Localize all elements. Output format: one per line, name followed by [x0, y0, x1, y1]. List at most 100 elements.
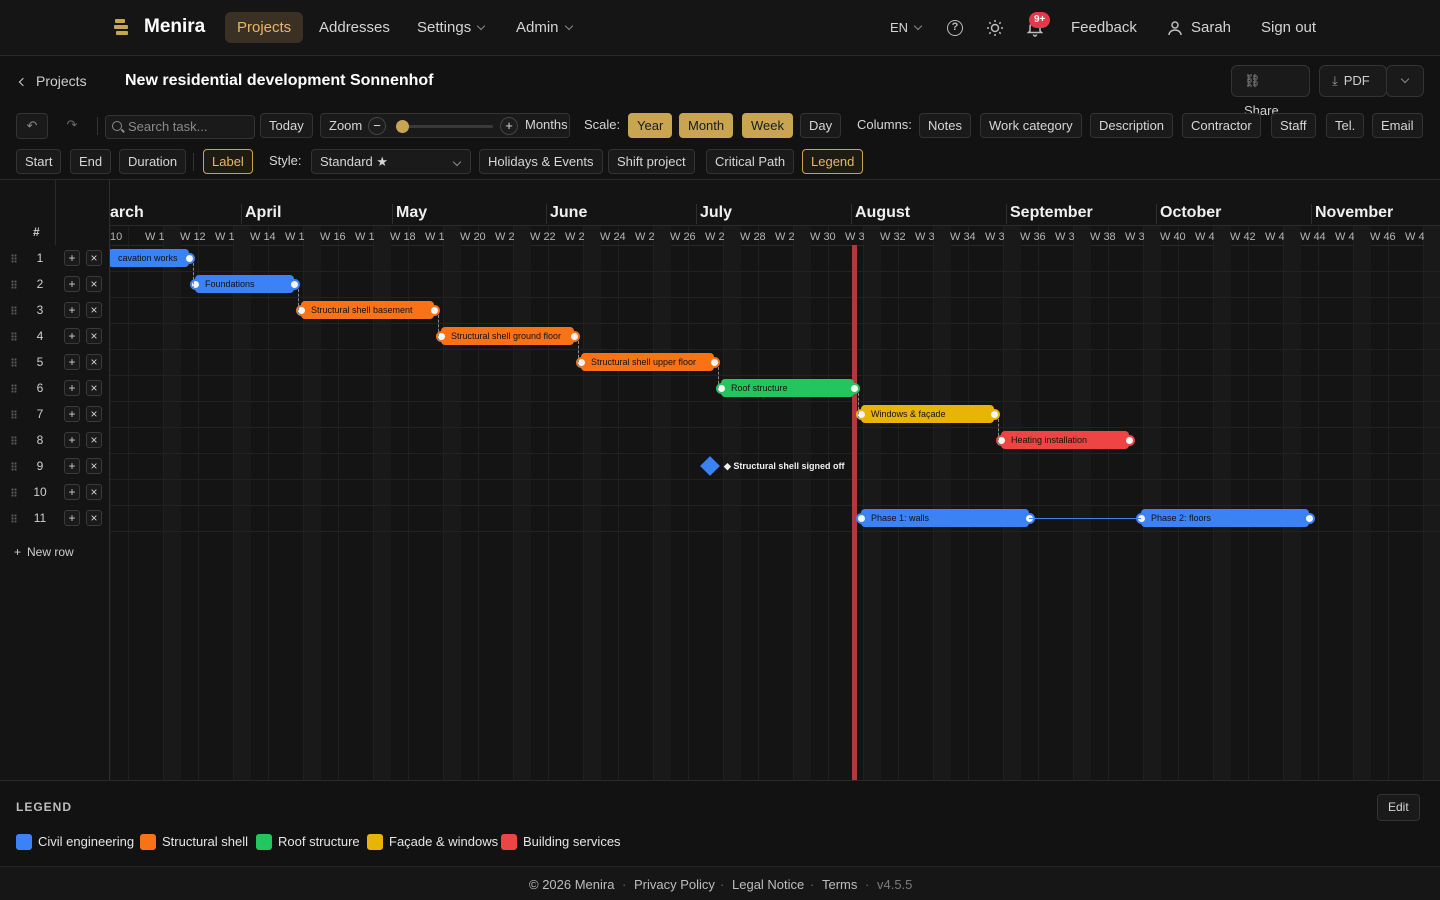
delete-row-button[interactable]: × — [86, 276, 102, 292]
nav-addresses[interactable]: Addresses — [307, 12, 402, 43]
timeline-area[interactable]: 10 W 11 W 12 W 13 W 14 W 15 W 16 W 17 W 18 W 19 W … — [110, 180, 1440, 780]
column-staff[interactable]: Staff — [1271, 113, 1316, 138]
drag-handle-icon[interactable] — [11, 384, 17, 393]
nav-projects[interactable]: Projects — [225, 12, 304, 43]
drag-handle-icon[interactable] — [11, 514, 17, 523]
add-row-below-button[interactable]: + — [64, 406, 80, 422]
toggle-holidays[interactable]: Holidays & Events — [479, 149, 603, 174]
scale-day[interactable]: Day — [800, 113, 842, 138]
delete-row-button[interactable]: × — [86, 510, 102, 526]
task-bar[interactable]: Foundations — [195, 275, 294, 293]
column-email[interactable]: Email — [1372, 113, 1423, 138]
theme-toggle-icon[interactable] — [986, 19, 1004, 37]
toggle-label[interactable]: Label — [203, 149, 253, 174]
column-tel[interactable]: Tel. — [1326, 113, 1365, 138]
task-start-handle[interactable] — [190, 279, 201, 290]
zoom-out-button[interactable]: − — [368, 117, 386, 135]
drag-handle-icon[interactable] — [11, 436, 17, 445]
drag-handle-icon[interactable] — [11, 306, 17, 315]
task-start-handle[interactable] — [856, 513, 867, 524]
task-end-handle[interactable] — [1304, 513, 1315, 524]
nav-admin[interactable]: Admin — [504, 12, 584, 43]
shift-project-button[interactable]: Shift project — [608, 149, 695, 174]
delete-row-button[interactable]: × — [86, 484, 102, 500]
drag-handle-icon[interactable] — [11, 254, 17, 263]
task-bar[interactable]: Structural shell upper floor — [581, 353, 714, 371]
toggle-duration[interactable]: Duration — [119, 149, 187, 174]
nav-settings[interactable]: Settings — [405, 12, 496, 43]
scale-month[interactable]: Month — [679, 113, 734, 138]
toggle-start[interactable]: Start — [16, 149, 62, 174]
add-row-below-button[interactable]: + — [64, 328, 80, 344]
drag-handle-icon[interactable] — [11, 410, 17, 419]
signout-link[interactable]: Sign out — [1249, 12, 1328, 43]
zoom-in-button[interactable]: + — [500, 117, 518, 135]
column-notes[interactable]: Notes — [919, 113, 971, 138]
column-work-category[interactable]: Work category — [980, 113, 1082, 138]
drag-handle-icon[interactable] — [11, 332, 17, 341]
toggle-legend[interactable]: Legend — [802, 149, 864, 174]
share-button[interactable]: ⛓Share — [1231, 65, 1310, 118]
drag-handle-icon[interactable] — [11, 488, 17, 497]
delete-row-button[interactable]: × — [86, 250, 102, 266]
task-search-input[interactable]: Search task... — [105, 115, 255, 139]
undo-button[interactable]: ↶ — [16, 113, 48, 139]
task-bar[interactable]: Roof structure — [721, 379, 854, 397]
export-menu-button[interactable] — [1386, 65, 1424, 97]
column-contractor[interactable]: Contractor — [1182, 113, 1261, 138]
task-bar[interactable]: Heating installation — [1001, 431, 1129, 449]
zoom-slider[interactable] — [396, 120, 493, 133]
today-button[interactable]: Today — [260, 113, 313, 138]
footer-terms-link[interactable]: Terms — [822, 877, 857, 892]
footer-legal-link[interactable]: Legal Notice — [732, 877, 804, 892]
toggle-end[interactable]: End — [70, 149, 112, 174]
task-bar[interactable]: cavation works — [110, 249, 189, 267]
delete-row-button[interactable]: × — [86, 328, 102, 344]
add-row-below-button[interactable]: + — [64, 380, 80, 396]
brand-name[interactable]: Menira — [144, 16, 205, 38]
delete-row-button[interactable]: × — [86, 380, 102, 396]
style-select[interactable]: Standard ★ — [311, 149, 471, 174]
drag-handle-icon[interactable] — [11, 280, 17, 289]
add-row-below-button[interactable]: + — [64, 432, 80, 448]
new-row-button[interactable]: + New row — [14, 545, 74, 559]
scale-year[interactable]: Year — [628, 113, 673, 138]
add-row-below-button[interactable]: + — [64, 510, 80, 526]
week-label: W 24 — [600, 231, 626, 243]
delete-row-button[interactable]: × — [86, 458, 102, 474]
task-bar[interactable]: Structural shell basement — [301, 301, 434, 319]
scale-week[interactable]: Week — [742, 113, 793, 138]
delete-row-button[interactable]: × — [86, 432, 102, 448]
legend-edit-button[interactable]: Edit — [1377, 794, 1420, 821]
drag-handle-icon[interactable] — [11, 358, 17, 367]
drag-handle-icon[interactable] — [11, 462, 17, 471]
add-row-below-button[interactable]: + — [64, 276, 80, 292]
task-bar[interactable]: Phase 2: floors — [1141, 509, 1309, 527]
zoom-slider-handle[interactable] — [396, 120, 409, 133]
pdf-button[interactable]: ⤓ PDF — [1319, 65, 1387, 97]
add-row-below-button[interactable]: + — [64, 354, 80, 370]
delete-row-button[interactable]: × — [86, 354, 102, 370]
back-to-projects[interactable]: Projects — [18, 73, 87, 89]
delete-row-button[interactable]: × — [86, 406, 102, 422]
week-shade — [164, 226, 181, 780]
task-bar[interactable]: Structural shell ground floor — [441, 327, 574, 345]
add-row-below-button[interactable]: + — [64, 458, 80, 474]
language-select[interactable]: EN — [878, 12, 933, 43]
redo-button[interactable]: ↷ — [56, 113, 88, 139]
help-icon[interactable]: ? — [947, 20, 963, 36]
task-bar[interactable]: Windows & façade — [861, 405, 994, 423]
feedback-link[interactable]: Feedback — [1059, 12, 1149, 43]
legend-title: LEGEND — [16, 800, 73, 814]
column-description[interactable]: Description — [1090, 113, 1174, 138]
add-row-below-button[interactable]: + — [64, 250, 80, 266]
add-row-below-button[interactable]: + — [64, 302, 80, 318]
task-bar[interactable]: Phase 1: walls — [861, 509, 1029, 527]
user-menu[interactable]: Sarah — [1179, 12, 1243, 43]
footer-privacy-link[interactable]: Privacy Policy — [634, 877, 715, 892]
add-row-below-button[interactable]: + — [64, 484, 80, 500]
toggle-critical-path[interactable]: Critical Path — [706, 149, 795, 174]
task-end-handle[interactable] — [1124, 435, 1135, 446]
delete-row-button[interactable]: × — [86, 302, 102, 318]
milestone-diamond-icon[interactable] — [700, 456, 720, 476]
